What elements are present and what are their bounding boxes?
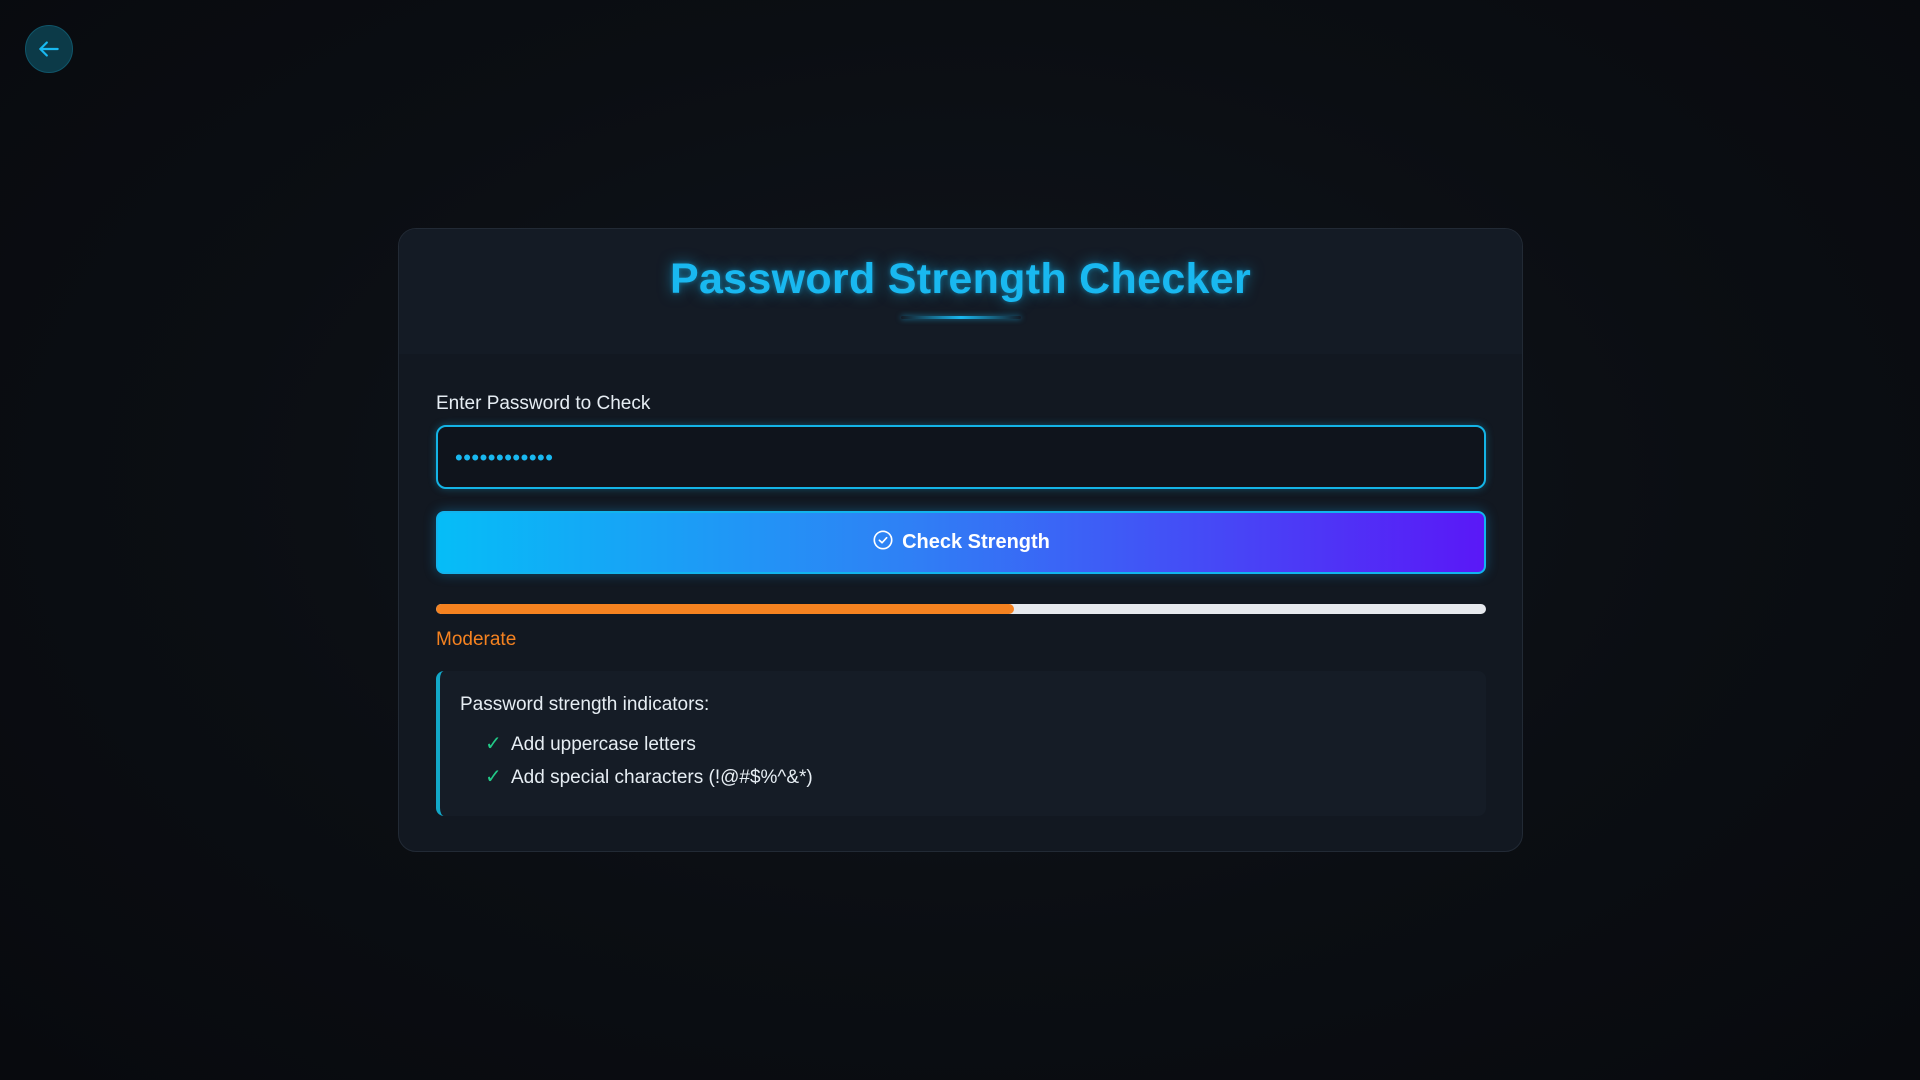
checker-card: Password Strength Checker Enter Password… <box>398 228 1523 852</box>
card-header: Password Strength Checker <box>399 229 1522 354</box>
arrow-left-icon <box>39 41 59 57</box>
strength-label: Moderate <box>436 629 517 650</box>
check-circle-icon <box>873 529 893 550</box>
indicators-list: ✓ Add uppercase letters ✓ Add special ch… <box>460 728 1466 794</box>
check-strength-button-label: Check Strength <box>902 531 1050 553</box>
indicators-title: Password strength indicators: <box>460 694 710 715</box>
indicator-text: Add uppercase letters <box>511 734 696 755</box>
list-item: ✓ Add special characters (!@#$%^&*) <box>485 761 1466 794</box>
indicator-text: Add special characters (!@#$%^&*) <box>511 767 813 788</box>
password-field-label: Enter Password to Check <box>436 393 651 414</box>
strength-meter-fill <box>436 604 1014 614</box>
list-item: ✓ Add uppercase letters <box>485 728 1466 761</box>
page: Password Strength Checker Enter Password… <box>0 0 1920 1080</box>
check-mark-icon: ✓ <box>485 766 502 788</box>
check-strength-button[interactable]: Check Strength <box>436 511 1486 574</box>
check-mark-icon: ✓ <box>485 733 502 755</box>
strength-meter <box>436 604 1486 614</box>
back-button[interactable] <box>25 25 73 73</box>
strength-indicators-panel: Password strength indicators: ✓ Add uppe… <box>436 671 1486 816</box>
title-underline <box>901 316 1021 319</box>
page-title: Password Strength Checker <box>669 255 1251 303</box>
password-input[interactable] <box>436 425 1486 489</box>
